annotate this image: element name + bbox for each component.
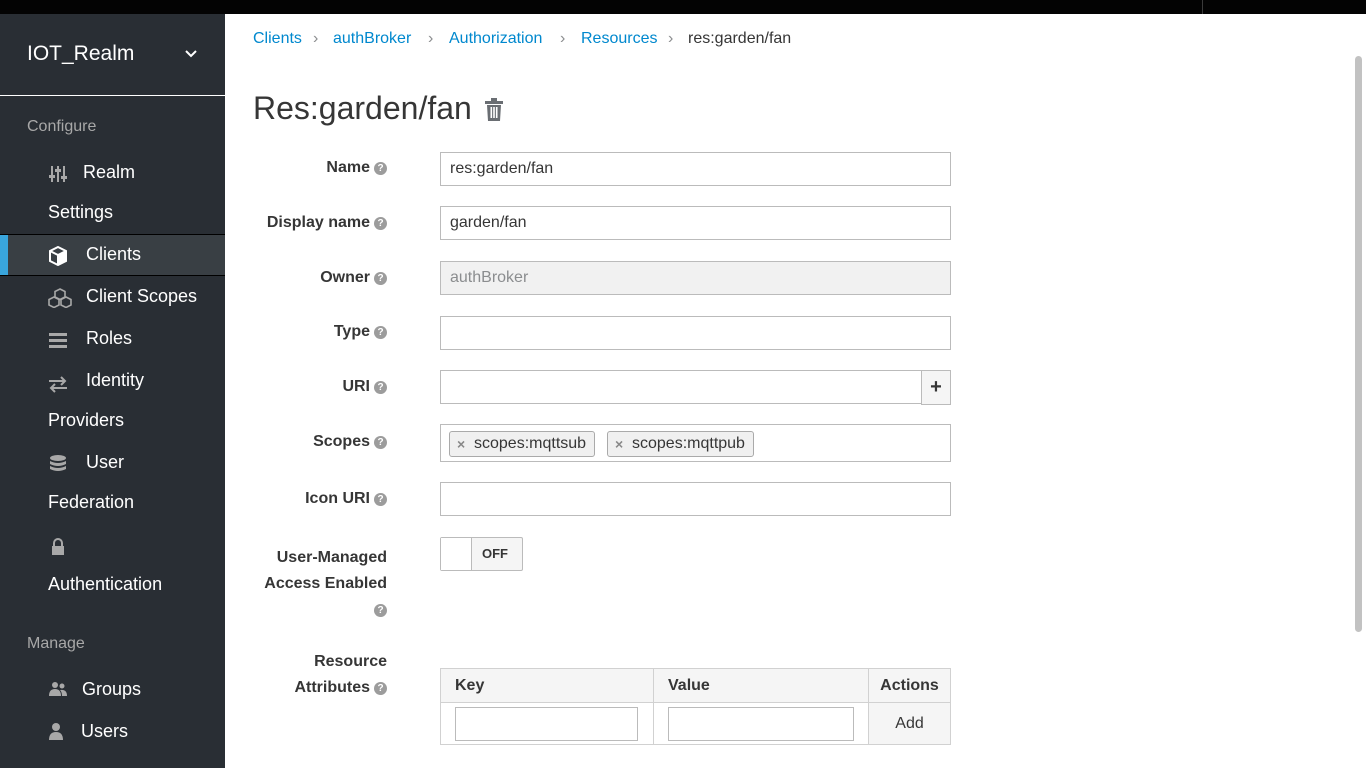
chevron-down-icon: [185, 50, 197, 58]
type-input[interactable]: [440, 316, 951, 350]
breadcrumb-separator: ›: [560, 30, 566, 47]
realm-selector[interactable]: IOT_Realm: [0, 14, 225, 96]
sidebar-item-label: Authentication: [48, 574, 163, 594]
owner-input: authBroker: [440, 261, 951, 295]
toggle-state: OFF: [482, 546, 508, 561]
help-icon[interactable]: ?: [374, 272, 387, 285]
top-bar: [0, 0, 1366, 14]
top-bar-separator: [1202, 0, 1203, 14]
sidebar-item-label: Realm: [83, 162, 136, 182]
sidebar-item-label: Roles: [86, 328, 133, 348]
main-content: Clients › authBroker › Authorization › R…: [225, 14, 1366, 768]
sidebar-item-roles[interactable]: Roles: [0, 318, 225, 360]
icon-uri-input[interactable]: [440, 482, 951, 516]
scopes-label: Scopes?: [313, 433, 387, 451]
sidebar-item-realm-settings[interactable]: Realm Settings: [0, 152, 225, 234]
sidebar-item-label: Identity: [86, 370, 145, 390]
breadcrumb-clients[interactable]: Clients: [253, 30, 302, 48]
cubes-icon: [48, 288, 72, 308]
sidebar-item-user-federation[interactable]: User Federation: [0, 442, 225, 524]
add-uri-button[interactable]: +: [921, 370, 951, 405]
name-label: Name?: [326, 159, 387, 177]
sidebar-item-identity-providers[interactable]: Identity Providers: [0, 360, 225, 442]
sidebar-item-label: Providers: [48, 410, 125, 430]
uri-label: URI?: [342, 378, 387, 396]
sidebar-item-label: Users: [81, 721, 129, 741]
uma-label: User-Managed Access Enabled ?: [264, 549, 387, 617]
column-header-value: Value: [653, 668, 869, 703]
help-icon[interactable]: ?: [374, 381, 387, 394]
toggle-knob: [441, 538, 472, 570]
table-header-row: Key Value Actions: [440, 668, 951, 703]
icon-uri-label: Icon URI?: [305, 490, 387, 508]
database-icon: [50, 455, 66, 471]
owner-label: Owner?: [320, 269, 387, 287]
help-icon[interactable]: ?: [374, 604, 387, 617]
display-name-label: Display name?: [267, 214, 387, 232]
breadcrumb-current: res:garden/fan: [688, 30, 792, 47]
uri-input[interactable]: [440, 370, 922, 404]
name-input[interactable]: res:garden/fan: [440, 152, 951, 186]
attributes-table: Key Value Actions Add: [440, 668, 951, 745]
breadcrumb-separator: ›: [668, 30, 674, 47]
remove-icon[interactable]: ×: [615, 432, 623, 456]
breadcrumb-separator: ›: [428, 30, 434, 47]
display-name-input[interactable]: garden/fan: [440, 206, 951, 240]
sidebar-item-label: Client Scopes: [86, 286, 198, 306]
sidebar-item-users[interactable]: Users: [0, 710, 225, 752]
sidebar-item-authentication[interactable]: Authentication: [0, 524, 225, 606]
help-icon[interactable]: ?: [374, 493, 387, 506]
page-title: Res:garden/fan: [253, 90, 472, 126]
scope-chip: × scopes:mqttsub: [449, 431, 596, 457]
remove-icon[interactable]: ×: [457, 432, 465, 456]
breadcrumb-authbroker[interactable]: authBroker: [333, 30, 411, 48]
scrollbar[interactable]: [1355, 56, 1362, 632]
exchange-icon: [49, 376, 67, 393]
breadcrumb-separator: ›: [313, 30, 319, 47]
section-configure: Configure: [27, 118, 97, 135]
help-icon[interactable]: ?: [374, 682, 387, 695]
trash-icon[interactable]: [484, 98, 504, 122]
attribute-key-input[interactable]: [455, 706, 638, 741]
sidebar-item-clients[interactable]: Clients: [0, 234, 225, 276]
sidebar-item-label: Federation: [48, 492, 135, 512]
help-icon[interactable]: ?: [374, 436, 387, 449]
help-icon[interactable]: ?: [374, 217, 387, 230]
column-header-actions: Actions: [868, 668, 951, 703]
resource-attributes-label: Resource Attributes?: [294, 653, 387, 696]
sliders-icon: [49, 166, 67, 182]
uma-toggle[interactable]: OFF: [440, 537, 523, 571]
sidebar-item-label: Groups: [82, 679, 142, 699]
value-cell: [653, 702, 869, 745]
table-row: Add: [440, 702, 951, 745]
scope-chip: × scopes:mqttpub: [607, 431, 754, 457]
sidebar-item-label: Clients: [86, 244, 142, 264]
section-manage: Manage: [27, 635, 85, 652]
cube-icon: [49, 246, 67, 266]
attribute-value-input[interactable]: [668, 706, 854, 741]
type-label: Type?: [334, 323, 387, 341]
list-icon: [49, 333, 67, 348]
sidebar-item-label: Settings: [48, 202, 114, 222]
user-icon: [49, 723, 63, 740]
key-cell: [440, 702, 654, 745]
sidebar-item-label: User: [86, 452, 125, 472]
realm-name: IOT_Realm: [27, 42, 135, 65]
lock-icon: [52, 538, 64, 555]
sidebar-item-groups[interactable]: Groups: [0, 668, 225, 710]
users-icon: [49, 682, 67, 696]
scopes-input[interactable]: × scopes:mqttsub × scopes:mqttpub: [440, 424, 951, 462]
breadcrumb-authorization[interactable]: Authorization: [449, 30, 542, 48]
add-attribute-button[interactable]: Add: [868, 702, 951, 745]
sidebar-item-client-scopes[interactable]: Client Scopes: [0, 276, 225, 318]
breadcrumb-resources[interactable]: Resources: [581, 30, 657, 48]
help-icon[interactable]: ?: [374, 326, 387, 339]
help-icon[interactable]: ?: [374, 162, 387, 175]
column-header-key: Key: [440, 668, 654, 703]
sidebar: IOT_Realm Configure Realm Settings Clien…: [0, 14, 225, 768]
